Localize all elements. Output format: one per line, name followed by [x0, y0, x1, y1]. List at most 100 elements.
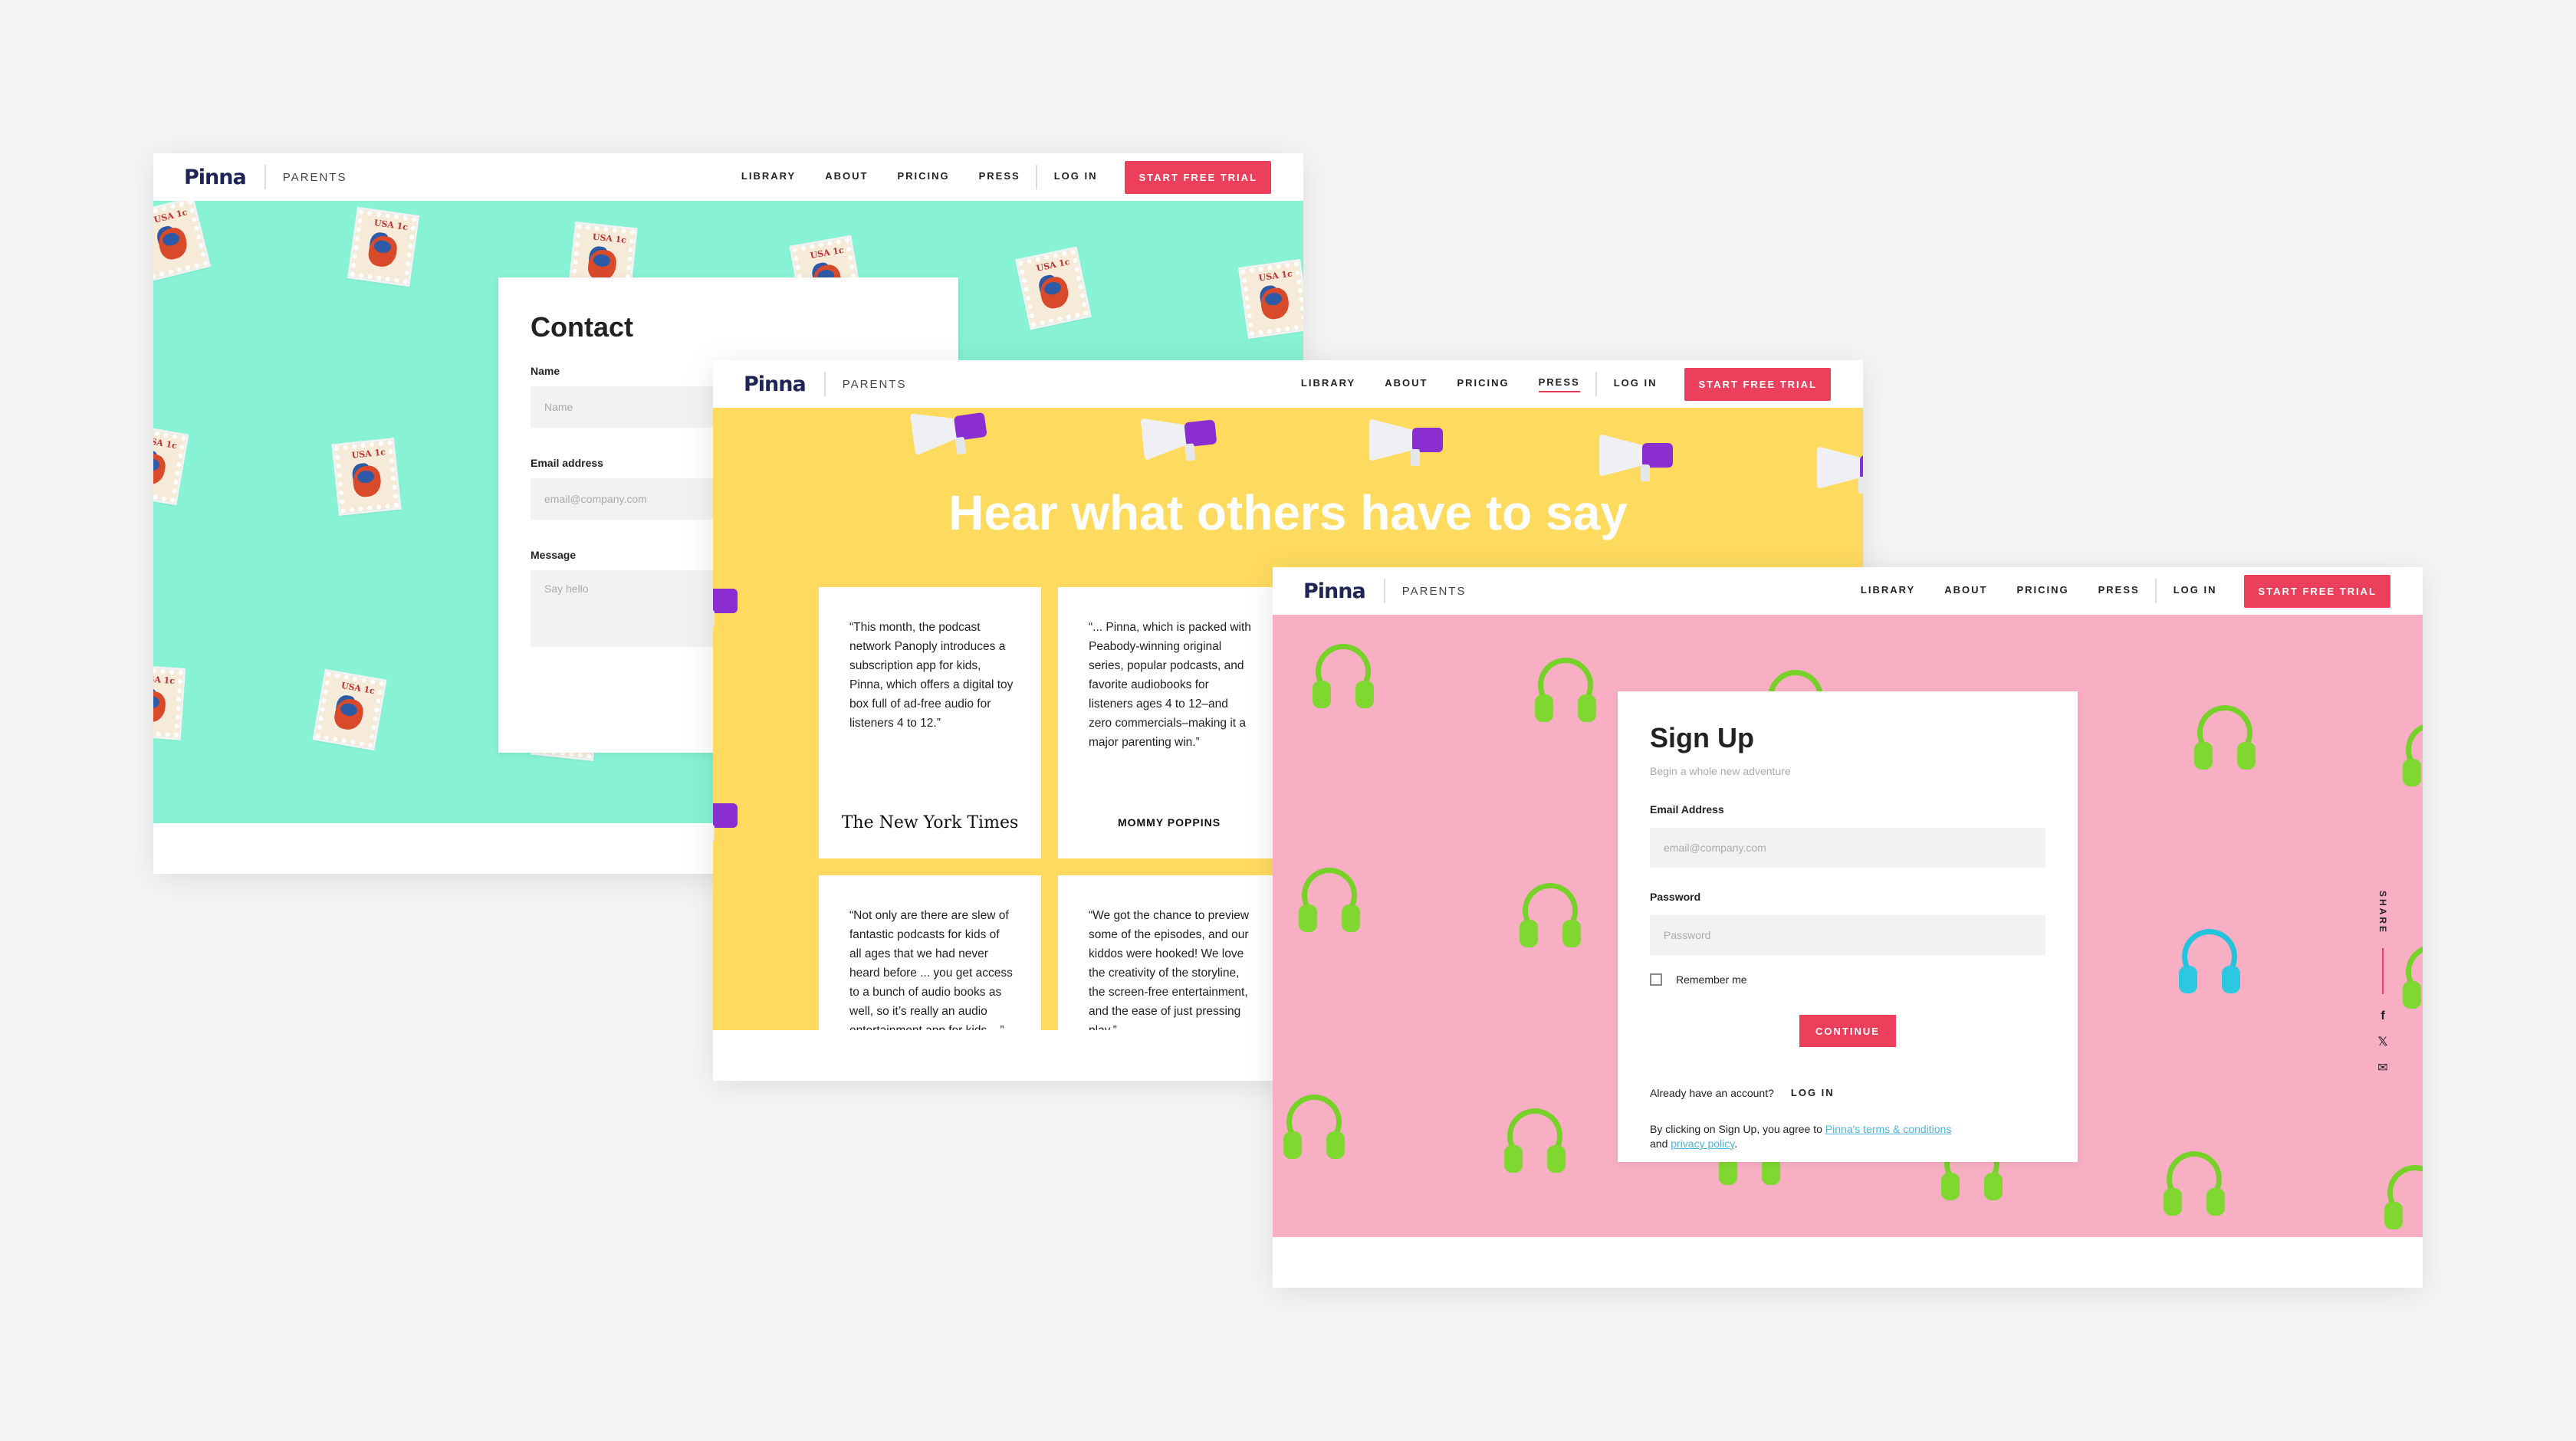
megaphone-icon	[713, 576, 741, 627]
password-input[interactable]: Password	[1650, 915, 2045, 955]
login-prompt: Already have an account? LOG IN	[1650, 1087, 2045, 1099]
quote-text: “Not only are there are slew of fantasti…	[849, 909, 1013, 1030]
headphones-icon	[1282, 1095, 1346, 1164]
terms-prefix: By clicking on Sign Up, you agree to	[1650, 1123, 1825, 1135]
headphones-icon	[1518, 883, 1582, 952]
nav-login[interactable]: LOG IN	[1054, 170, 1098, 185]
headphones-icon	[1297, 868, 1362, 937]
nav-links: LIBRARY ABOUT PRICING PRESS LOG IN START…	[712, 160, 1303, 194]
section-label[interactable]: PARENTS	[283, 171, 347, 184]
nav-library[interactable]: LIBRARY	[741, 170, 796, 185]
email-label: Email Address	[1650, 803, 1724, 816]
terms-and: and	[1650, 1137, 1671, 1150]
login-link[interactable]: LOG IN	[1791, 1087, 1835, 1099]
start-free-trial-button[interactable]: START FREE TRIAL	[1125, 160, 1271, 194]
source-logo-nyt[interactable]: The New York Times	[819, 813, 1041, 832]
nav-login[interactable]: LOG IN	[1614, 377, 1658, 392]
stamp-icon: USA 1c	[1237, 258, 1303, 340]
contact-title: Contact	[531, 311, 633, 343]
press-heading: Hear what others have to say	[948, 485, 1628, 540]
stamp-icon: USA 1c	[1015, 246, 1092, 330]
headphones-icon	[1533, 658, 1598, 727]
press-quote-card: “We got the chance to preview some of th…	[1058, 875, 1280, 1030]
headphones-icon	[2177, 929, 2242, 998]
remember-me-label: Remember me	[1676, 973, 1747, 986]
signup-hero: Sign Up Begin a whole new adventure Emai…	[1273, 615, 2423, 1237]
pinna-logo[interactable]: Pinna	[1303, 579, 1366, 603]
press-quote-card: “... Pinna, which is packed with Peabody…	[1058, 587, 1280, 858]
nav-divider	[264, 165, 266, 189]
stamp-icon: USA 1c	[347, 206, 420, 287]
remember-me-row: Remember me	[1650, 973, 2045, 986]
email-icon[interactable]: ✉	[2377, 1060, 2387, 1075]
start-free-trial-button[interactable]: START FREE TRIAL	[2244, 574, 2390, 608]
megaphone-icon	[909, 408, 992, 459]
logo-text: Pinna	[1303, 579, 1366, 603]
nav-divider	[2154, 579, 2157, 603]
nav-about[interactable]: ABOUT	[1944, 584, 1987, 599]
quote-text: “We got the chance to preview some of th…	[1089, 909, 1250, 1030]
signup-subtitle: Begin a whole new adventure	[1650, 765, 1791, 777]
signup-title: Sign Up	[1650, 722, 1754, 753]
stamp-icon: USA 1c	[153, 201, 212, 282]
nav-divider	[1383, 579, 1385, 603]
headphones-icon	[2401, 722, 2423, 791]
terms-text: By clicking on Sign Up, you agree to Pin…	[1650, 1122, 2045, 1151]
section-label[interactable]: PARENTS	[1402, 585, 1467, 598]
facebook-icon[interactable]: f	[2380, 1009, 2384, 1023]
signup-form-card: Sign Up Begin a whole new adventure Emai…	[1618, 691, 2078, 1162]
nav-pricing[interactable]: PRICING	[2016, 584, 2068, 599]
megaphone-icon	[713, 791, 741, 842]
top-nav: Pinna PARENTS LIBRARY ABOUT PRICING PRES…	[153, 153, 1303, 201]
nav-press[interactable]: PRESS	[2098, 584, 2140, 599]
quote-text: “... Pinna, which is packed with Peabody…	[1089, 621, 1251, 749]
privacy-link[interactable]: privacy policy	[1671, 1137, 1734, 1150]
nav-divider	[1035, 165, 1037, 189]
stamp-icon: USA 1c	[312, 668, 387, 751]
headphones-icon	[2193, 705, 2257, 774]
twitter-icon[interactable]: 𝕏	[2378, 1034, 2388, 1049]
nav-links: LIBRARY ABOUT PRICING PRESS LOG IN START…	[1832, 574, 2423, 608]
nav-press[interactable]: PRESS	[1538, 376, 1580, 392]
share-label: SHARE	[2377, 891, 2388, 935]
press-quote-card: “Not only are there are slew of fantasti…	[819, 875, 1041, 1030]
email-input[interactable]: email@company.com	[1650, 828, 2045, 868]
megaphone-icon	[1369, 415, 1446, 466]
quote-text: “This month, the podcast network Panoply…	[849, 621, 1014, 730]
remember-me-checkbox[interactable]	[1650, 973, 1662, 986]
stamp-icon: USA 1c	[153, 664, 186, 740]
headphones-icon	[2401, 944, 2423, 1013]
nav-divider	[823, 372, 826, 396]
already-account-text: Already have an account?	[1650, 1087, 1774, 1099]
signup-page-window: Pinna PARENTS LIBRARY ABOUT PRICING PRES…	[1273, 567, 2423, 1288]
nav-links: LIBRARY ABOUT PRICING PRESS LOG IN START…	[1272, 367, 1863, 401]
source-logo-mommy-poppins[interactable]: MOMMY POPPINS	[1058, 813, 1280, 832]
stamp-icon: USA 1c	[153, 423, 189, 506]
megaphone-icon	[1599, 431, 1676, 481]
nav-pricing[interactable]: PRICING	[897, 170, 949, 185]
nav-library[interactable]: LIBRARY	[1861, 584, 1915, 599]
stamp-icon: USA 1c	[331, 438, 402, 516]
password-label: Password	[1650, 891, 1701, 903]
headphones-icon	[2383, 1165, 2423, 1234]
pinna-logo[interactable]: Pinna	[184, 166, 247, 189]
pinna-logo[interactable]: Pinna	[744, 372, 807, 396]
continue-button[interactable]: CONTINUE	[1799, 1015, 1896, 1047]
headphones-icon	[1311, 644, 1375, 713]
nav-about[interactable]: ABOUT	[825, 170, 868, 185]
press-quote-card: “This month, the podcast network Panoply…	[819, 587, 1041, 858]
nav-library[interactable]: LIBRARY	[1301, 377, 1355, 392]
nav-about[interactable]: ABOUT	[1385, 377, 1428, 392]
nav-login[interactable]: LOG IN	[2174, 584, 2217, 599]
terms-link[interactable]: Pinna's terms & conditions	[1825, 1123, 1952, 1135]
share-divider	[2382, 948, 2384, 995]
top-nav: Pinna PARENTS LIBRARY ABOUT PRICING PRES…	[713, 360, 1863, 408]
top-nav: Pinna PARENTS LIBRARY ABOUT PRICING PRES…	[1273, 567, 2423, 615]
share-bar: SHARE f 𝕏 ✉	[2375, 891, 2390, 1086]
nav-pricing[interactable]: PRICING	[1457, 377, 1509, 392]
section-label[interactable]: PARENTS	[843, 378, 907, 391]
start-free-trial-button[interactable]: START FREE TRIAL	[1684, 367, 1831, 401]
logo-text: Pinna	[744, 372, 807, 396]
headphones-icon	[2162, 1151, 2226, 1220]
nav-press[interactable]: PRESS	[979, 170, 1020, 185]
